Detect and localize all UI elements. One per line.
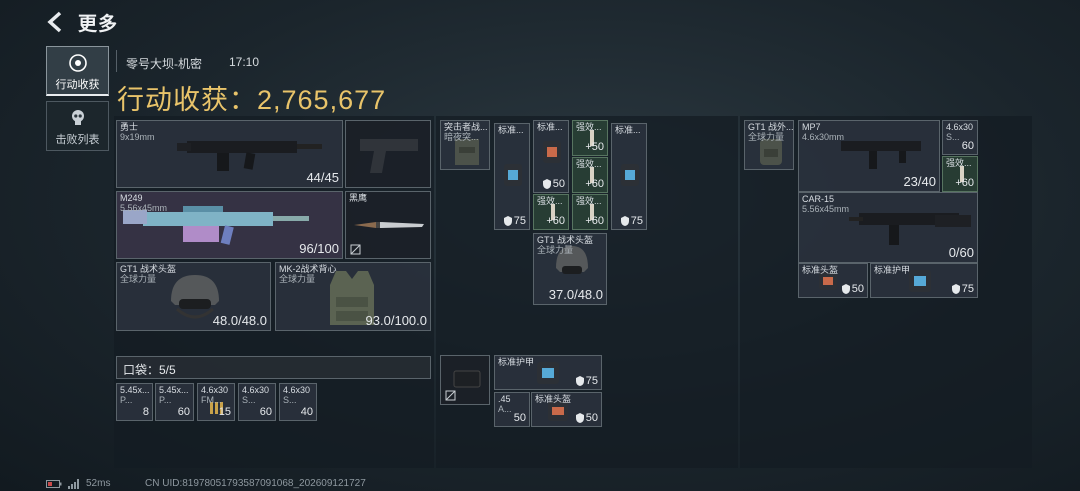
backpack-slot[interactable]: GT1 战外... 全球力量 [744,120,794,170]
car15-slot[interactable]: CAR-15 5.56x45mm 0/60 [798,192,978,263]
shield-icon [503,216,512,226]
armor-icon [909,270,931,292]
meds-item[interactable]: 强效... +60 [533,194,569,230]
armor-icon [537,362,559,384]
smg-image [841,141,921,169]
pouch-item[interactable]: 5.45x... P... 8 [116,383,153,421]
helmet-item[interactable]: GT1 战术头盔 全球力量 37.0/48.0 [533,233,607,305]
pouch-header: 口袋：5/5 [116,356,431,379]
knife-image [354,222,424,228]
shield-icon [575,376,584,386]
shield-icon [575,413,584,423]
armor-icon [543,141,561,163]
status-bar: 52ms [46,478,110,489]
primary-weapon-slot[interactable]: 勇士 9x19mm 44/45 [116,120,343,188]
armor-plate-item[interactable]: 标准... 50 [533,120,569,193]
shield-icon [542,179,551,189]
helmet-item[interactable]: 标准头盔 50 [531,392,602,427]
page-title: 更多 [78,14,119,35]
helmet-slot[interactable]: GT1 战术头盔 全球力量 48.0/48.0 [116,262,271,331]
armor-icon [621,164,639,186]
meds-item[interactable]: 强效... +60 [572,157,608,193]
signal-icon [68,478,79,489]
armor-plate-item[interactable]: 标准... 75 [611,123,647,230]
pistol-slot-empty[interactable] [345,120,431,188]
mp7-slot[interactable]: MP7 4.6x30mm 23/40 [798,120,940,192]
smg-image [177,141,322,171]
tab-kill-list[interactable]: 击败列表 [46,101,109,151]
uid-text: CN UID:81978051793587091068_202609121727 [145,478,366,489]
armor-item[interactable]: 标准护甲 75 [494,355,602,390]
map-name: 零号大坝-机密 [126,57,202,71]
shield-icon [620,216,629,226]
armor-icon [504,164,522,186]
back-button[interactable] [44,10,68,34]
meds-item[interactable]: 强效... +50 [572,120,608,156]
skull-icon [71,110,84,125]
vest-slot[interactable]: MK-2战术背心 全球力量 93.0/100.0 [275,262,431,331]
no-bind-icon [350,244,361,255]
rifle-image [849,213,971,245]
tab-action-loot[interactable]: 行动收获 [46,46,109,96]
battery-icon [46,479,62,488]
ammo-item[interactable]: 4.6x30 S... 60 [942,120,978,155]
secondary-weapon-slot[interactable]: M249 5.56x45mm 96/100 [116,191,343,259]
loot-total: 行动收获：2,765,677 [117,85,387,115]
ammo-item[interactable]: .45 A... 50 [494,392,530,427]
melee-slot[interactable]: 黑鹰 [345,191,431,259]
case-slot[interactable] [440,355,490,405]
match-time: 17:10 [229,55,260,69]
armor-plate-item[interactable]: 标准... 75 [494,123,530,230]
pouch-item[interactable]: 4.6x30 S... 40 [279,383,317,421]
armor-item[interactable]: 标准护甲 75 [870,263,978,298]
target-icon [68,54,87,72]
case-image [453,370,481,388]
chevron-left-icon [47,11,62,33]
chest-rig-slot[interactable]: 突击者战... 暗夜突... [440,120,490,170]
pouch-item[interactable]: 5.45x... P... 60 [155,383,194,421]
shield-icon [951,284,960,294]
divider [116,50,117,72]
pistol-silhouette-icon [360,139,418,173]
meds-item[interactable]: 强效... +60 [942,156,978,192]
ping-text: 52ms [86,478,111,489]
pouch-item[interactable]: 4.6x30 S... 60 [238,383,276,421]
shield-icon [841,284,850,294]
no-bind-icon [445,390,456,401]
meds-item[interactable]: 强效... +60 [572,194,608,230]
helmet-item[interactable]: 标准头盔 50 [798,263,868,298]
pouch-item[interactable]: 4.6x30 FM... 15 [197,383,235,421]
